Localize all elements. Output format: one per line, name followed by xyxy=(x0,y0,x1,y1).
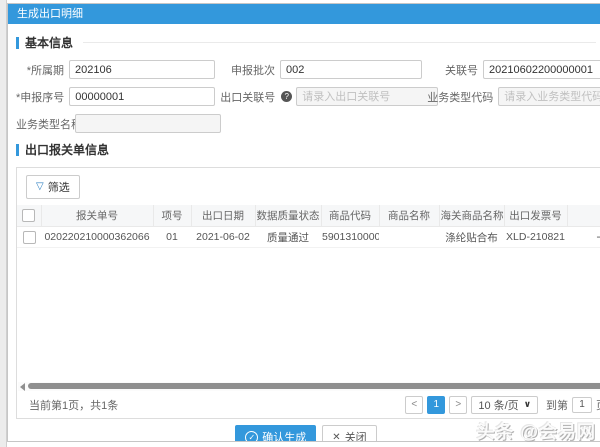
basic-info-title: 基本信息 xyxy=(25,34,73,51)
generate-export-dialog: 生成出口明细 基本信息 *所属期 申报批次 关联号 *申报序号 xyxy=(7,3,600,442)
cell-item-no: 01 xyxy=(153,227,191,248)
page-1-button[interactable]: 1 xyxy=(427,396,445,414)
close-icon: ✕ xyxy=(332,432,340,443)
export-declarations-title: 出口报关单信息 xyxy=(25,141,109,158)
declare-seq-label: *申报序号 xyxy=(16,89,64,105)
export-declarations-panel: ▽ 筛选 报关单号 项号 出口日期 xyxy=(16,167,600,419)
section-divider xyxy=(83,42,596,43)
section-accent-bar xyxy=(16,37,19,49)
cell-commodity-code: 5901310000 xyxy=(321,227,379,248)
export-relation-no-input[interactable] xyxy=(296,87,438,106)
dialog-content: 基本信息 *所属期 申报批次 关联号 *申报序号 出口关联号 xyxy=(8,24,600,442)
row-select-cell xyxy=(17,227,41,248)
field-declare-batch: 申报批次 xyxy=(215,60,422,79)
cell-declaration-no: 020220210000362066 xyxy=(41,227,153,248)
table-row[interactable]: 020220210000362066 01 2021-06-02 质量通过 59… xyxy=(17,227,600,248)
declarations-table-wrapper: 报关单号 项号 出口日期 数据质量状态 商品代码 商品名称 海关商品名称 出口发… xyxy=(17,205,600,382)
period-input[interactable] xyxy=(69,60,215,79)
circle-check-icon: ✓ xyxy=(245,431,258,443)
filter-button[interactable]: ▽ 筛选 xyxy=(26,175,80,199)
business-type-name-input xyxy=(75,114,221,133)
select-all-checkbox[interactable] xyxy=(22,209,35,222)
col-export-date: 出口日期 xyxy=(191,205,255,227)
relation-no-label: 关联号 xyxy=(422,62,478,78)
export-declarations-section-header: 出口报关单信息 xyxy=(16,141,596,158)
pagination-summary: 当前第1页，共1条 xyxy=(29,397,118,413)
export-relation-no-label: 出口关联号 xyxy=(215,89,275,105)
basic-info-section-header: 基本信息 xyxy=(16,34,596,51)
page-left-scroll-strip xyxy=(0,0,7,447)
watermark: 头条 @会易网 xyxy=(476,418,596,444)
col-commodity-code: 商品代码 xyxy=(321,205,379,227)
business-type-code-label: 业务类型代码 xyxy=(427,89,493,105)
jump-to-label: 到第 xyxy=(546,397,568,413)
period-label: *所属期 xyxy=(16,62,64,78)
jump-page-input[interactable] xyxy=(572,397,592,413)
cell-commodity-name xyxy=(379,227,439,248)
dialog-titlebar[interactable]: 生成出口明细 xyxy=(8,4,600,24)
pagination-controls: < 1 > 10 条/页 ∨ 到第 页 xyxy=(405,396,600,414)
filter-row: ▽ 筛选 xyxy=(17,168,600,205)
col-customs-commodity-name: 海关商品名称 xyxy=(439,205,504,227)
business-type-code-input[interactable] xyxy=(498,87,600,106)
section-accent-bar xyxy=(16,144,19,156)
basic-fields-row-3: 业务类型名称 xyxy=(16,114,596,133)
confirm-generate-button[interactable]: ✓ 确认生成 xyxy=(235,425,316,442)
next-page-button[interactable]: > xyxy=(449,396,467,414)
business-type-name-label: 业务类型名称 xyxy=(16,116,70,132)
cell-trade-mode: 一般 xyxy=(567,227,600,248)
col-item-no: 项号 xyxy=(153,205,191,227)
table-header-row: 报关单号 项号 出口日期 数据质量状态 商品代码 商品名称 海关商品名称 出口发… xyxy=(17,205,600,227)
pagination-bar: 当前第1页，共1条 < 1 > 10 条/页 ∨ 到第 页 xyxy=(17,391,600,418)
field-relation-no: 关联号 xyxy=(422,60,600,79)
select-all-header-cell xyxy=(17,205,41,227)
cell-export-invoice-no: XLD-210821 xyxy=(504,227,567,248)
horizontal-scrollbar[interactable] xyxy=(18,382,600,391)
jump-page-suffix: 页 xyxy=(596,397,600,413)
help-icon[interactable]: ? xyxy=(281,91,292,102)
filter-icon: ▽ xyxy=(36,182,44,192)
cell-export-date: 2021-06-02 xyxy=(191,227,255,248)
declare-batch-label: 申报批次 xyxy=(215,62,275,78)
field-declare-seq: *申报序号 xyxy=(16,87,215,106)
col-declaration-no: 报关单号 xyxy=(41,205,153,227)
close-button[interactable]: ✕ 关闭 xyxy=(322,425,376,442)
field-period: *所属期 xyxy=(16,60,215,79)
relation-no-input[interactable] xyxy=(483,60,600,79)
col-trade-mode xyxy=(567,205,600,227)
page-size-select[interactable]: 10 条/页 ∨ xyxy=(471,396,538,414)
page-size-value: 10 条/页 xyxy=(478,397,518,413)
field-export-relation-no: 出口关联号 ? xyxy=(215,87,427,106)
col-export-invoice-no: 出口发票号 xyxy=(504,205,567,227)
basic-fields-row-2: *申报序号 出口关联号 ? 业务类型代码 xyxy=(16,87,596,106)
dialog-title: 生成出口明细 xyxy=(17,8,83,20)
prev-page-button[interactable]: < xyxy=(405,396,423,414)
cell-data-quality-status: 质量通过 xyxy=(255,227,321,248)
field-business-type-code: 业务类型代码 xyxy=(427,87,600,106)
close-button-label: 关闭 xyxy=(345,429,367,442)
row-checkbox[interactable] xyxy=(23,231,36,244)
declare-seq-input[interactable] xyxy=(69,87,215,106)
declare-batch-input[interactable] xyxy=(280,60,422,79)
confirm-generate-label: 确认生成 xyxy=(262,429,306,442)
filter-button-label: 筛选 xyxy=(48,179,70,195)
chevron-down-icon: ∨ xyxy=(524,399,531,410)
basic-fields-row-1: *所属期 申报批次 关联号 xyxy=(16,60,596,79)
scrollbar-thumb[interactable] xyxy=(28,383,600,389)
col-commodity-name: 商品名称 xyxy=(379,205,439,227)
cell-customs-commodity-name: 涤纶贴合布 xyxy=(439,227,504,248)
field-business-type-name: 业务类型名称 xyxy=(16,114,221,133)
scroll-left-arrow-icon[interactable] xyxy=(20,383,25,391)
declarations-table: 报关单号 项号 出口日期 数据质量状态 商品代码 商品名称 海关商品名称 出口发… xyxy=(17,205,600,248)
col-data-quality-status: 数据质量状态 xyxy=(255,205,321,227)
